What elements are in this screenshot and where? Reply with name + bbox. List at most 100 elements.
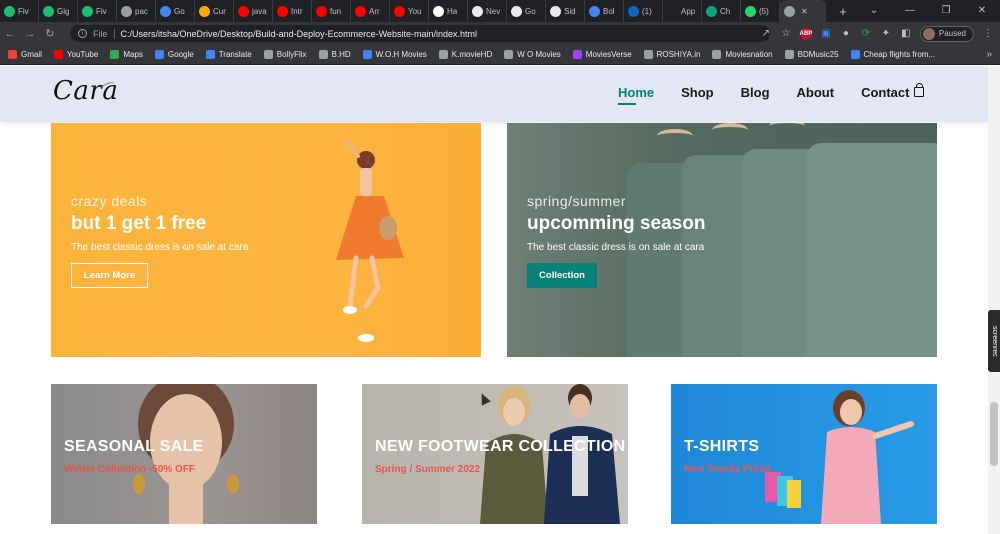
translate-ext-icon[interactable]: ▣: [820, 28, 832, 40]
bookmark-item[interactable]: Moviesnation: [712, 50, 773, 59]
nav-about[interactable]: About: [797, 85, 835, 100]
sidepanel-icon[interactable]: ◧: [900, 28, 912, 40]
browser-tab[interactable]: You: [390, 0, 429, 22]
reload-icon[interactable]: ↻: [40, 27, 60, 40]
profile-status: Paused: [938, 29, 966, 38]
tab-label: (5): [759, 6, 769, 16]
bookmark-favicon-icon: [438, 50, 448, 59]
bookmark-item[interactable]: BollyFlix: [263, 50, 307, 59]
browser-tab[interactable]: Bol: [585, 0, 624, 22]
tab-label: Intr: [291, 6, 303, 16]
forward-icon[interactable]: →: [20, 28, 40, 40]
browser-tab[interactable]: Gig: [39, 0, 78, 22]
bookmark-label: BDMusic25: [797, 50, 839, 59]
bookmark-item[interactable]: BDMusic25: [784, 50, 839, 59]
bookmark-item[interactable]: MoviesVerse: [572, 50, 632, 59]
new-tab-button[interactable]: +: [832, 4, 854, 19]
bookmark-favicon-icon: [784, 50, 794, 59]
bookmark-label: MoviesVerse: [585, 50, 632, 59]
bookmark-item[interactable]: YouTube: [53, 50, 98, 59]
banner-seasonal-sale[interactable]: SEASONAL SALE Winter Collection -50% OFF: [51, 384, 317, 524]
nav-shop[interactable]: Shop: [681, 85, 714, 100]
scrollbar-thumb[interactable]: [990, 402, 998, 466]
browser-tab[interactable]: Fiv: [78, 0, 117, 22]
banner-footwear[interactable]: NEW FOOTWEAR COLLECTION Spring / Summer …: [362, 384, 628, 524]
linkedin-icon: [628, 5, 639, 17]
profile-button[interactable]: Paused: [919, 25, 974, 42]
chevron-down-icon[interactable]: ⌄: [856, 0, 892, 22]
close-icon[interactable]: ✕: [964, 0, 1000, 22]
browser-tab[interactable]: (5): [741, 0, 780, 22]
color-ext-icon[interactable]: ⟳: [860, 28, 872, 40]
restore-icon[interactable]: ❐: [928, 0, 964, 22]
browser-tab[interactable]: ✕: [780, 0, 826, 22]
nav-contact[interactable]: Contact: [861, 85, 909, 100]
nav-home[interactable]: Home: [618, 85, 654, 105]
bookmark-favicon-icon: [572, 50, 582, 59]
browser-tab[interactable]: Sid: [546, 0, 585, 22]
minimize-icon[interactable]: —: [892, 0, 928, 22]
back-icon[interactable]: ←: [0, 28, 20, 40]
close-tab-icon[interactable]: ✕: [801, 7, 808, 16]
browser-tab[interactable]: Go: [156, 0, 195, 22]
youtube-icon: [316, 5, 327, 17]
bookmark-item[interactable]: W.O.H Movies: [362, 50, 427, 59]
screenrec-widget[interactable]: screenrec: [988, 310, 1000, 372]
menu-icon[interactable]: ⋮: [982, 28, 994, 40]
bookmark-label: W.O.H Movies: [375, 50, 427, 59]
collection-button[interactable]: Collection: [527, 263, 597, 288]
info-icon[interactable]: i: [78, 29, 87, 38]
browser-tab[interactable]: App: [663, 0, 702, 22]
bookmark-label: K.movieHD: [451, 50, 493, 59]
hanger: [769, 123, 805, 133]
banner-subtitle: spring/summer: [527, 193, 627, 209]
browser-tab[interactable]: Nev: [468, 0, 507, 22]
extension-icon[interactable]: ●: [840, 28, 852, 40]
shopping-bag-icon[interactable]: [914, 83, 924, 97]
browser-tab[interactable]: (1): [624, 0, 663, 22]
tab-label: Go: [174, 6, 185, 16]
tab-label: fun: [330, 6, 342, 16]
bookmark-label: Google: [167, 50, 194, 59]
browser-tab[interactable]: Fiv: [0, 0, 39, 22]
nav-blog[interactable]: Blog: [741, 85, 770, 100]
bookmark-item[interactable]: B.HD: [318, 50, 351, 59]
browser-tab[interactable]: Intr: [273, 0, 312, 22]
bookmark-label: W O Movies: [517, 50, 561, 59]
browser-tab[interactable]: Arr: [351, 0, 390, 22]
bookmark-item[interactable]: Translate: [205, 50, 252, 59]
browser-tab[interactable]: java: [234, 0, 273, 22]
youtube-icon: [277, 5, 288, 17]
page-scrollbar[interactable]: [988, 66, 1000, 534]
bookmark-item[interactable]: Cheap flights from...: [850, 50, 935, 59]
url-text[interactable]: C:/Users/itsha/OneDrive/Desktop/Build-an…: [121, 29, 477, 39]
bookmark-item[interactable]: Google: [154, 50, 194, 59]
browser-tab[interactable]: Cur: [195, 0, 234, 22]
hanger: [827, 123, 863, 131]
bookmark-favicon-icon: [712, 50, 722, 59]
bookmark-item[interactable]: Gmail: [8, 50, 42, 59]
bookmark-item[interactable]: Maps: [110, 50, 143, 59]
bookmark-favicon-icon: [504, 50, 514, 59]
bookmark-item[interactable]: W O Movies: [504, 50, 561, 59]
browser-tab[interactable]: fun: [312, 0, 351, 22]
bookmark-favicon-icon: [110, 50, 120, 59]
puzzle-icon[interactable]: ✦: [880, 28, 892, 40]
bookmarks-more-icon[interactable]: »: [986, 49, 992, 60]
browser-tab[interactable]: Ch: [702, 0, 741, 22]
learn-more-button[interactable]: Learn More: [71, 263, 148, 288]
bookmark-favicon-icon: [263, 50, 273, 59]
bookmark-label: Moviesnation: [725, 50, 773, 59]
share-icon[interactable]: ↗: [760, 28, 772, 40]
browser-tab[interactable]: pac: [117, 0, 156, 22]
star-icon[interactable]: ☆: [780, 28, 792, 40]
bookmark-item[interactable]: K.movieHD: [438, 50, 493, 59]
browser-tab[interactable]: Ha: [429, 0, 468, 22]
adblock-icon[interactable]: ABP: [800, 27, 812, 40]
address-bar[interactable]: i File C:/Users/itsha/OneDrive/Desktop/B…: [70, 25, 770, 42]
toolbar-actions: ↗ ☆ ABP ▣ ● ⟳ ✦ ◧ Paused ⋮: [760, 25, 994, 42]
bookmark-item[interactable]: ROSHIYA.in: [643, 50, 700, 59]
banner-tshirts[interactable]: T-SHIRTS New Trendy Prints: [671, 384, 937, 524]
bookmark-favicon-icon: [154, 50, 164, 59]
browser-tab[interactable]: Go: [507, 0, 546, 22]
